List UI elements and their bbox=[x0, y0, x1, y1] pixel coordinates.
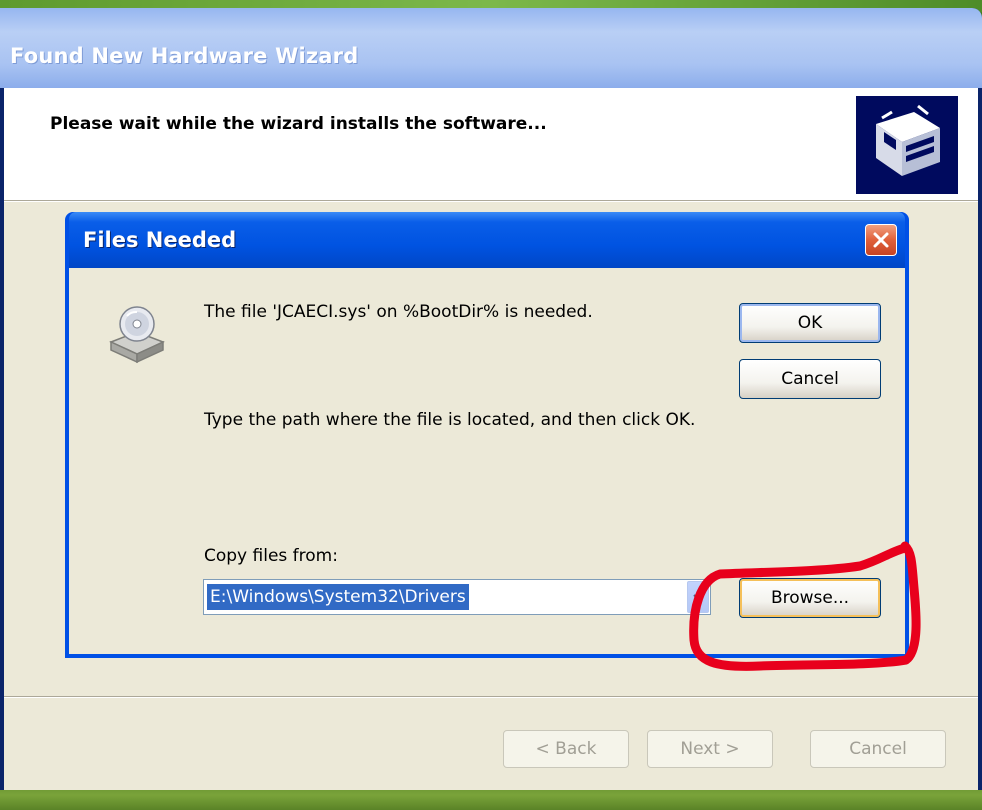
copy-path-value[interactable]: E:\Windows\System32\Drivers bbox=[207, 584, 469, 610]
next-button[interactable]: Next > bbox=[647, 730, 773, 768]
browse-button[interactable]: Browse... bbox=[739, 578, 881, 618]
missing-file-message: The file 'JCAECI.sys' on %BootDir% is ne… bbox=[204, 302, 593, 322]
chevron-down-icon bbox=[693, 594, 703, 601]
wizard-title: Found New Hardware Wizard bbox=[10, 44, 359, 68]
dialog-body: The file 'JCAECI.sys' on %BootDir% is ne… bbox=[69, 268, 905, 654]
wizard-cancel-button[interactable]: Cancel bbox=[810, 730, 946, 768]
dialog-cancel-button[interactable]: Cancel bbox=[739, 359, 881, 399]
wizard-titlebar[interactable]: Found New Hardware Wizard bbox=[0, 8, 982, 88]
instruction-text: Type the path where the file is located,… bbox=[204, 410, 696, 430]
wizard-heading: Please wait while the wizard installs th… bbox=[50, 114, 547, 134]
hardware-install-icon bbox=[856, 96, 958, 194]
header-divider bbox=[4, 200, 978, 202]
copy-path-combobox[interactable]: E:\Windows\System32\Drivers bbox=[203, 579, 711, 615]
close-icon bbox=[873, 232, 889, 248]
close-button[interactable] bbox=[865, 224, 897, 256]
dropdown-button[interactable] bbox=[687, 581, 709, 613]
footer-divider bbox=[4, 696, 978, 698]
copy-files-label: Copy files from: bbox=[204, 546, 338, 566]
wizard-header: Please wait while the wizard installs th… bbox=[4, 88, 978, 200]
disk-drive-icon bbox=[109, 306, 165, 364]
dialog-title: Files Needed bbox=[83, 228, 237, 252]
dialog-titlebar[interactable]: Files Needed bbox=[69, 212, 905, 268]
files-needed-dialog: Files Needed The file 'JCAECI.sys' on %B… bbox=[65, 212, 909, 658]
back-button[interactable]: < Back bbox=[503, 730, 629, 768]
ok-button[interactable]: OK bbox=[739, 303, 881, 343]
